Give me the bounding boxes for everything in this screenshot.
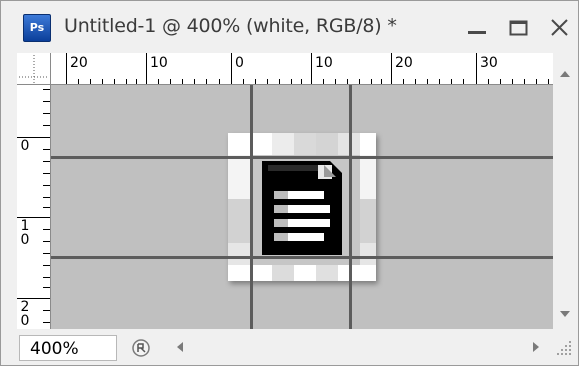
vertical-guide[interactable] xyxy=(349,85,352,329)
ruler-label: 10 xyxy=(315,55,333,71)
status-menu-button[interactable] xyxy=(129,337,153,359)
ruler-label: 1 xyxy=(20,218,30,234)
horizontal-ruler-ticks xyxy=(66,53,549,84)
scroll-left-icon[interactable] xyxy=(175,340,185,354)
ruler-label: 0 xyxy=(235,55,244,71)
canvas-area[interactable] xyxy=(51,85,553,329)
ruler-label: 0 xyxy=(20,232,30,248)
ruler-label: 10 xyxy=(150,55,168,71)
ruler-label: 20 xyxy=(70,55,88,71)
maximize-button[interactable] xyxy=(506,15,532,41)
scroll-right-icon[interactable] xyxy=(531,340,541,354)
horizontal-ruler[interactable]: 20 10 0 10 20 30 xyxy=(51,53,553,85)
ruler-label: 0 xyxy=(20,313,30,329)
horizontal-guide[interactable] xyxy=(51,156,553,159)
status-menu-icon xyxy=(132,339,150,357)
photoshop-icon: Ps xyxy=(23,14,51,42)
scrollbar-arrows-icon xyxy=(560,71,570,317)
resize-grip-icon[interactable] xyxy=(555,339,573,357)
vertical-ruler[interactable]: 0 1 0 2 0 xyxy=(17,85,51,329)
ruler-label: 0 xyxy=(20,138,30,154)
ruler-label: 2 xyxy=(20,299,30,315)
minimize-icon xyxy=(468,31,486,34)
minimize-button[interactable] xyxy=(464,15,490,41)
vertical-ruler-ticks xyxy=(17,89,50,323)
vertical-scrollbar[interactable] xyxy=(553,53,577,329)
ruler-label: 20 xyxy=(395,55,413,71)
close-icon xyxy=(551,19,568,36)
horizontal-guide[interactable] xyxy=(51,256,553,259)
document-window: Ps Untitled-1 @ 400% (white, RGB/8) * 20… xyxy=(0,0,579,366)
ruler-origin[interactable] xyxy=(17,53,51,85)
maximize-icon xyxy=(509,20,528,36)
close-button[interactable] xyxy=(547,15,573,41)
status-bar: 400% xyxy=(17,331,577,364)
title-bar[interactable]: Ps Untitled-1 @ 400% (white, RGB/8) * xyxy=(1,1,578,51)
window-title: Untitled-1 @ 400% (white, RGB/8) * xyxy=(64,15,397,37)
vertical-guide[interactable] xyxy=(250,85,253,329)
ruler-origin-icon xyxy=(19,55,49,83)
zoom-level-field[interactable]: 400% xyxy=(19,335,117,361)
ruler-label: 30 xyxy=(480,55,498,71)
